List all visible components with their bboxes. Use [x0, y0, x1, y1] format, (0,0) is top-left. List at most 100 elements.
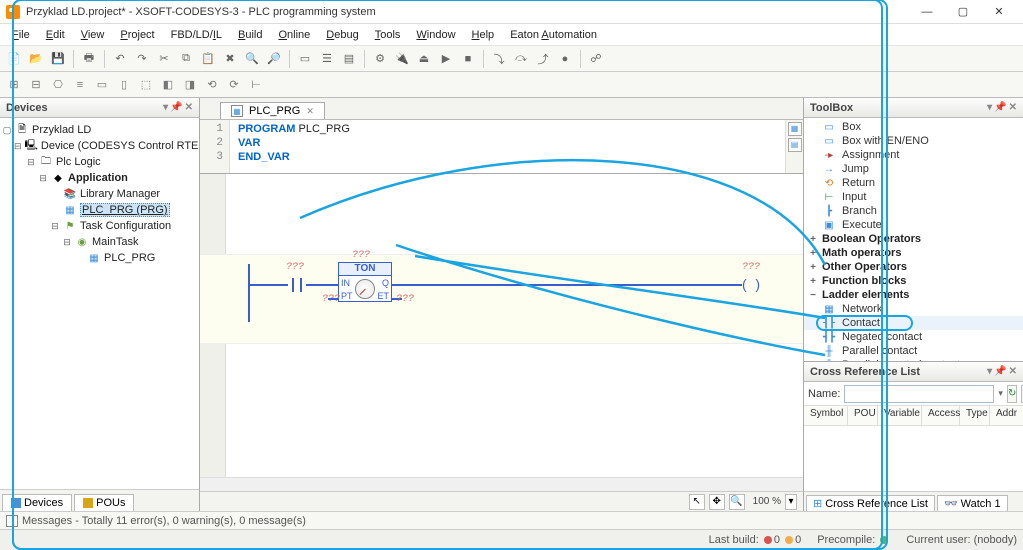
- list2-icon[interactable]: ▤: [339, 49, 359, 69]
- paste-icon[interactable]: 📋: [198, 49, 218, 69]
- zoom-level[interactable]: 100 %: [753, 496, 781, 507]
- editor-tab-plcprg[interactable]: ▦ PLC_PRG ✕: [220, 102, 325, 119]
- crossref-refresh-button[interactable]: ↻: [1007, 385, 1017, 403]
- code-expand-icon[interactable]: ▤: [788, 138, 802, 152]
- tb-execute[interactable]: ▣Execute: [804, 218, 1023, 232]
- tb-cat-ladder[interactable]: −Ladder elements: [804, 288, 1023, 302]
- tb-cat-other[interactable]: +Other Operators: [804, 260, 1023, 274]
- tb-cat-boolean[interactable]: +Boolean Operators: [804, 232, 1023, 246]
- col-addr[interactable]: Addr: [990, 406, 1023, 425]
- tree-device[interactable]: Device (CODESYS Control RTE V3): [41, 140, 199, 152]
- tb-cat-math[interactable]: +Math operators: [804, 246, 1023, 260]
- step-icon[interactable]: ⤵: [489, 49, 509, 69]
- login-icon[interactable]: 🔌: [392, 49, 412, 69]
- redo-icon[interactable]: ↷: [132, 49, 152, 69]
- menu-window[interactable]: Window: [408, 27, 463, 43]
- lt-12-icon[interactable]: ⊢: [246, 75, 266, 95]
- contact-element[interactable]: [288, 276, 306, 294]
- logout-icon[interactable]: ⏏: [414, 49, 434, 69]
- col-pou[interactable]: POU: [848, 406, 878, 425]
- close-button[interactable]: ✕: [981, 1, 1017, 23]
- ladder-editor[interactable]: 1 ??? ??? TON IN Q PT ET: [200, 174, 803, 511]
- code-mode-icon[interactable]: ▦: [788, 122, 802, 136]
- col-type[interactable]: Type: [960, 406, 990, 425]
- menu-build[interactable]: Build: [230, 27, 270, 43]
- maximize-button[interactable]: ▢: [945, 1, 981, 23]
- menu-debug[interactable]: Debug: [318, 27, 366, 43]
- save-icon[interactable]: 💾: [48, 49, 68, 69]
- tb-network[interactable]: ▦Network: [804, 302, 1023, 316]
- crossref-dropdown-icon[interactable]: ▾: [987, 366, 992, 377]
- messages-bar[interactable]: Messages - Totally 11 error(s), 0 warnin…: [0, 511, 1023, 529]
- bp-icon[interactable]: ●: [555, 49, 575, 69]
- code-text[interactable]: PROGRAM PLC_PRG VAR END_VAR: [230, 120, 785, 173]
- declaration-editor[interactable]: 123 PROGRAM PLC_PRG VAR END_VAR ▦ ▤: [200, 120, 803, 174]
- col-access[interactable]: Access: [922, 406, 960, 425]
- lt-4-icon[interactable]: ≡: [70, 75, 90, 95]
- open-icon[interactable]: 📂: [26, 49, 46, 69]
- toolbox-dropdown-icon[interactable]: ▾: [987, 102, 992, 113]
- find-icon[interactable]: 🔍: [242, 49, 262, 69]
- crossref-body[interactable]: [804, 426, 1023, 491]
- lt-10-icon[interactable]: ⟲: [202, 75, 222, 95]
- tb-jump[interactable]: →Jump: [804, 162, 1023, 176]
- ladder-hscroll[interactable]: [200, 477, 803, 491]
- lt-5-icon[interactable]: ▭: [92, 75, 112, 95]
- lt-3-icon[interactable]: ⎔: [48, 75, 68, 95]
- tree-libmgr[interactable]: Library Manager: [80, 188, 160, 200]
- build-icon[interactable]: ⚙: [370, 49, 390, 69]
- zoom-icon[interactable]: 🔍: [729, 494, 745, 510]
- stepover-icon[interactable]: ⤼: [511, 49, 531, 69]
- menu-help[interactable]: Help: [464, 27, 503, 43]
- devices-tree[interactable]: ▢🗎Przyklad LD ⊟🖳Device (CODESYS Control …: [0, 118, 199, 489]
- list-icon[interactable]: ☰: [317, 49, 337, 69]
- lt-2-icon[interactable]: ⊟: [26, 75, 46, 95]
- cut-icon[interactable]: ✂: [154, 49, 174, 69]
- lt-8-icon[interactable]: ◧: [158, 75, 178, 95]
- tb-box-eneno[interactable]: ▭Box with EN/ENO: [804, 134, 1023, 148]
- minimize-button[interactable]: —: [909, 1, 945, 23]
- misc-icon[interactable]: ☍: [586, 49, 606, 69]
- menu-edit[interactable]: Edit: [38, 27, 73, 43]
- crossref-close-icon[interactable]: ✕: [1009, 366, 1017, 377]
- menu-view[interactable]: View: [73, 27, 113, 43]
- col-symbol[interactable]: Symbol: [804, 406, 848, 425]
- lt-11-icon[interactable]: ⟳: [224, 75, 244, 95]
- tb-return[interactable]: ⟲Return: [804, 176, 1023, 190]
- zoom-dropdown-icon[interactable]: ▾: [785, 494, 797, 510]
- tab-crossref[interactable]: ⊞Cross Reference List: [806, 495, 935, 511]
- lt-9-icon[interactable]: ◨: [180, 75, 200, 95]
- panel-dropdown-icon[interactable]: ▾: [163, 102, 168, 113]
- undo-icon[interactable]: ↶: [110, 49, 130, 69]
- menu-file[interactable]: File: [4, 27, 38, 43]
- new-icon[interactable]: 📄: [4, 49, 24, 69]
- tb-contact[interactable]: ┨┠Contact: [804, 316, 1023, 330]
- menu-tools[interactable]: Tools: [367, 27, 409, 43]
- tab-pous[interactable]: POUs: [74, 494, 134, 511]
- tree-application[interactable]: Application: [68, 172, 128, 184]
- tb-cat-funcblocks[interactable]: +Function blocks: [804, 274, 1023, 288]
- copy-icon[interactable]: ⧉: [176, 49, 196, 69]
- tab-close-icon[interactable]: ✕: [306, 106, 314, 117]
- tree-maintask[interactable]: MainTask: [92, 236, 138, 248]
- lt-7-icon[interactable]: ⬚: [136, 75, 156, 95]
- contact-label[interactable]: ???: [286, 262, 304, 273]
- crossref-combo-icon[interactable]: ▾: [998, 388, 1003, 399]
- menu-eaton[interactable]: Eaton Automation: [502, 27, 605, 43]
- toolbox-pin-icon[interactable]: 📌: [994, 102, 1006, 113]
- ton-block[interactable]: TON IN Q PT ET: [338, 262, 392, 302]
- stop-icon[interactable]: ■: [458, 49, 478, 69]
- pan-icon[interactable]: ✥: [709, 494, 725, 510]
- cursor-icon[interactable]: ↖: [689, 494, 705, 510]
- start-icon[interactable]: ▶: [436, 49, 456, 69]
- tb-branch[interactable]: ┣Branch: [804, 204, 1023, 218]
- panel-pin-icon[interactable]: 📌: [170, 102, 182, 113]
- select-icon[interactable]: ▭: [295, 49, 315, 69]
- pt-value[interactable]: ???: [322, 294, 340, 305]
- delete-icon[interactable]: ✖: [220, 49, 240, 69]
- tree-root[interactable]: Przyklad LD: [32, 124, 91, 136]
- crossref-pin-icon[interactable]: 📌: [994, 366, 1006, 377]
- menu-fbd[interactable]: FBD/LD/IL: [163, 27, 230, 43]
- print-icon[interactable]: 🖶: [79, 49, 99, 69]
- panel-close-icon[interactable]: ✕: [185, 102, 193, 113]
